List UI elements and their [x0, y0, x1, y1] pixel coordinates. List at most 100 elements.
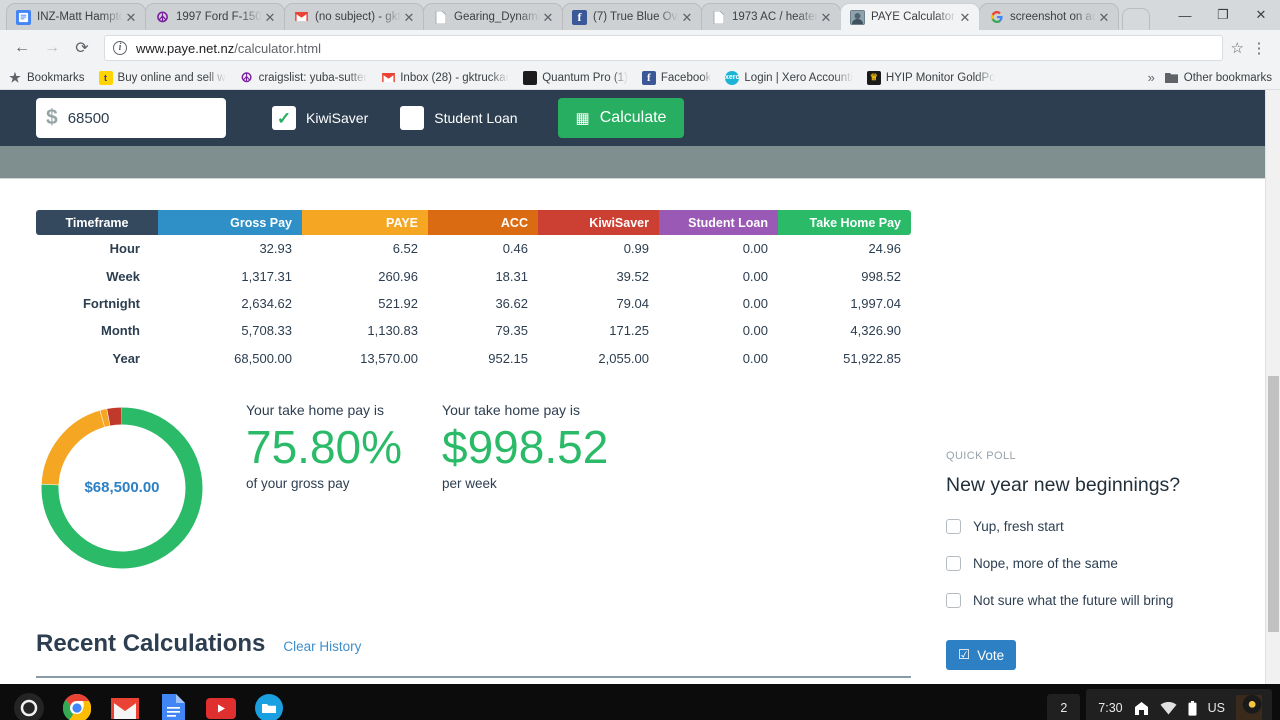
notification-count-badge[interactable]: 2 [1047, 694, 1081, 720]
facebook-icon: f [641, 70, 656, 85]
docs-icon[interactable] [158, 693, 188, 720]
site-info-icon[interactable]: i [113, 41, 127, 55]
main-content: Timeframe Gross Pay PAYE ACC KiwiSaver S… [0, 210, 1280, 678]
doc-blue-icon [16, 9, 31, 25]
percent-sub: of your gross pay [246, 475, 350, 491]
tab-title: 1973 AC / heater [732, 11, 818, 23]
youtube-icon[interactable] [206, 693, 236, 720]
bookmark-item-4[interactable]: f Facebook [641, 70, 711, 85]
cell-kiwisaver: 79.04 [616, 295, 649, 311]
page-scrollbar[interactable] [1265, 90, 1280, 684]
facebook-icon: f [572, 9, 587, 25]
cell-student-loan: 0.00 [742, 295, 768, 311]
take-home-percent-stat: Your take home pay is 75.80% of your gro… [246, 402, 402, 491]
browser-window: INZ-Matt Hampton ✕ ☮ 1997 Ford F-150 ✕ (… [0, 0, 1280, 684]
income-input-wrapper[interactable]: $ [36, 98, 226, 138]
kiwisaver-label: KiwiSaver [306, 110, 369, 126]
table-body: Hour 32.93 6.52 0.46 0.99 0.00 24.96 Wee… [36, 235, 911, 372]
poll-option-1[interactable]: Nope, more of the same [946, 556, 1246, 571]
gmail-icon[interactable] [110, 693, 140, 720]
browser-tab-6-active[interactable]: PAYE Calculator ✕ [840, 3, 980, 30]
recent-title: Recent Calculations [36, 629, 266, 657]
bookmark-item-3[interactable]: Quantum Pro (1) [523, 70, 628, 85]
vote-button[interactable]: ☑ Vote [946, 640, 1017, 670]
page-scrollbar-thumb[interactable] [1268, 376, 1279, 632]
browser-tab-4[interactable]: f (7) True Blue Oval ✕ [562, 3, 702, 30]
tab-title: Gearing_Dynamics [454, 11, 540, 23]
poll-option-0[interactable]: Yup, fresh start [946, 519, 1246, 534]
calculate-button[interactable]: ▦ Calculate [557, 98, 685, 138]
url-host: www.paye.net.nz [136, 40, 235, 56]
browser-tab-2[interactable]: (no subject) - gktruckau ✕ [284, 3, 424, 30]
poll-checkbox[interactable] [946, 593, 961, 608]
bookmarks-label-item[interactable]: ★ Bookmarks [8, 70, 84, 85]
trademe-icon: t [98, 70, 113, 85]
gmail-icon [381, 71, 395, 85]
new-tab-button[interactable] [1122, 8, 1150, 30]
bookmark-star-icon[interactable]: ☆ [1231, 39, 1244, 57]
bookmark-item-1[interactable]: ☮ craigslist: yuba-sutter [240, 71, 367, 85]
back-icon[interactable]: ← [8, 34, 36, 62]
tab-title: (7) True Blue Oval [593, 11, 679, 23]
forward-icon[interactable]: → [38, 34, 66, 62]
cell-timeframe: Hour [109, 241, 140, 257]
browser-tab-5[interactable]: 1973 AC / heater ✕ [701, 3, 841, 30]
cell-paye: 6.52 [392, 241, 418, 257]
poll-checkbox[interactable] [946, 519, 961, 534]
bookmark-item-2[interactable]: Inbox (28) - gktruckau [381, 71, 509, 85]
browser-tab-3[interactable]: Gearing_Dynamics ✕ [423, 3, 563, 30]
close-icon[interactable]: ✕ [818, 11, 834, 24]
other-bookmarks-label: Other bookmarks [1183, 71, 1272, 84]
close-icon[interactable]: ✕ [262, 11, 278, 24]
income-input[interactable] [67, 109, 208, 127]
clear-history-link[interactable]: Clear History [283, 639, 361, 654]
launcher-icon[interactable] [14, 693, 44, 720]
vote-check-icon: ☑ [958, 647, 971, 662]
browser-menu-icon[interactable]: ⋮ [1246, 39, 1272, 57]
cell-kiwisaver: 0.99 [623, 241, 649, 257]
bookmark-item-5[interactable]: xero Login | Xero Accounti [725, 70, 853, 85]
kiwisaver-checkbox[interactable]: ✓ [272, 106, 296, 130]
reload-icon[interactable]: ⟳ [68, 34, 96, 62]
chrome-icon[interactable] [62, 693, 92, 720]
close-icon[interactable]: ✕ [679, 11, 695, 24]
poll-option-label: Nope, more of the same [973, 556, 1118, 571]
close-icon[interactable]: ✕ [401, 11, 417, 24]
address-bar[interactable]: i www.paye.net.nz /calculator.html [104, 35, 1223, 61]
close-icon[interactable]: ✕ [540, 11, 556, 24]
system-tray[interactable]: 7:30 US [1086, 689, 1272, 720]
browser-tab-1[interactable]: ☮ 1997 Ford F-150 ✕ [145, 3, 285, 30]
minimize-button[interactable]: — [1166, 0, 1204, 30]
col-acc: ACC [428, 210, 538, 235]
close-icon[interactable]: ✕ [123, 11, 139, 24]
kiwisaver-checkbox-group[interactable]: ✓ KiwiSaver [272, 106, 368, 130]
poll-checkbox[interactable] [946, 556, 961, 571]
student-loan-checkbox-group[interactable]: Student Loan [400, 106, 518, 130]
system-shelf: 2 7:30 US [0, 684, 1280, 720]
bookmark-item-0[interactable]: t Buy online and sell w [98, 70, 226, 85]
close-window-button[interactable]: ✕ [1242, 0, 1280, 30]
xero-icon: xero [725, 70, 740, 85]
other-bookmarks-item[interactable]: Other bookmarks [1165, 71, 1272, 85]
cell-student-loan: 0.00 [742, 350, 768, 366]
tab-title: INZ-Matt Hampton [37, 11, 123, 23]
bookmarks-overflow-icon[interactable]: » [1148, 70, 1155, 85]
student-loan-checkbox[interactable] [400, 106, 425, 130]
avatar[interactable] [1236, 695, 1262, 720]
star-icon: ★ [9, 70, 21, 85]
col-timeframe: Timeframe [36, 210, 158, 235]
files-icon[interactable] [254, 693, 284, 720]
cell-paye: 260.96 [378, 268, 418, 284]
close-icon[interactable]: ✕ [1096, 11, 1112, 24]
poll-option-2[interactable]: Not sure what the future will bring [946, 593, 1246, 608]
browser-tab-7[interactable]: screenshot on ac ✕ [979, 3, 1119, 30]
bookmark-label: Quantum Pro (1) [542, 71, 628, 84]
bookmark-item-6[interactable]: ♕ HYIP Monitor GoldPo [866, 70, 995, 85]
tab-title: 1997 Ford F-150 [176, 11, 262, 23]
paye-results-table: Timeframe Gross Pay PAYE ACC KiwiSaver S… [36, 210, 911, 372]
browser-tab-0[interactable]: INZ-Matt Hampton ✕ [6, 3, 146, 30]
close-icon[interactable]: ✕ [957, 11, 973, 24]
locale-label: US [1207, 701, 1225, 715]
percent-value: 75.80% [246, 420, 403, 473]
maximize-button[interactable]: ❐ [1204, 0, 1242, 30]
